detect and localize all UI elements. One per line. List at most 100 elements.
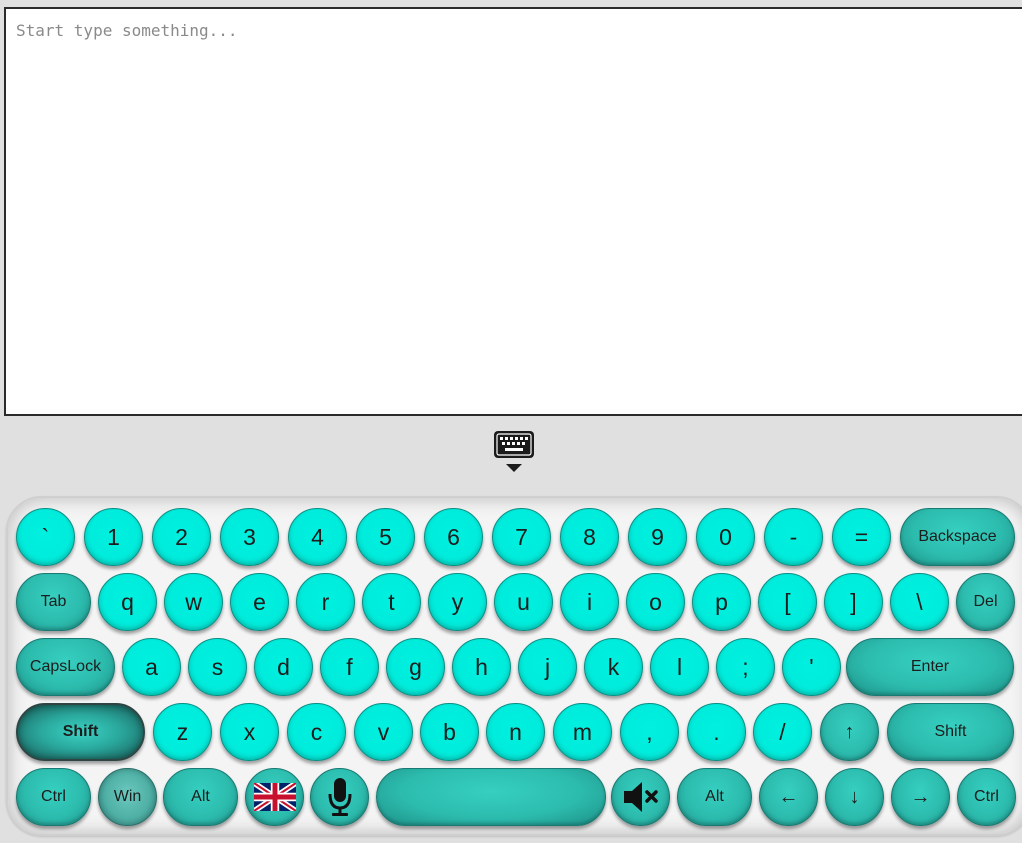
key-label: a xyxy=(145,653,158,680)
key-l[interactable]: l xyxy=(650,638,709,696)
enter-key[interactable]: Enter xyxy=(846,638,1014,696)
key-label: Shift xyxy=(62,723,99,740)
key-m[interactable]: m xyxy=(553,703,612,761)
microphone-button[interactable] xyxy=(310,768,369,826)
key-3[interactable]: 3 xyxy=(220,508,279,566)
key-label: 4 xyxy=(311,523,324,550)
key-j[interactable]: j xyxy=(518,638,577,696)
language-button[interactable] xyxy=(245,768,304,826)
key-t[interactable]: t xyxy=(362,573,421,631)
key-label: n xyxy=(509,718,522,745)
key-label: ; xyxy=(742,653,749,680)
key-x[interactable]: x xyxy=(220,703,279,761)
key-slash[interactable]: / xyxy=(753,703,812,761)
key-g[interactable]: g xyxy=(386,638,445,696)
key-c[interactable]: c xyxy=(287,703,346,761)
key-s[interactable]: s xyxy=(188,638,247,696)
key-label: d xyxy=(277,653,290,680)
key-d[interactable]: d xyxy=(254,638,313,696)
key-backtick[interactable]: ` xyxy=(16,508,75,566)
key-n[interactable]: n xyxy=(486,703,545,761)
key-semicolon[interactable]: ; xyxy=(716,638,775,696)
key-i[interactable]: i xyxy=(560,573,619,631)
key-label: f xyxy=(346,653,353,680)
key-label: Backspace xyxy=(918,528,997,545)
key-label: Del xyxy=(973,593,998,610)
key-k[interactable]: k xyxy=(584,638,643,696)
key-comma[interactable]: , xyxy=(620,703,679,761)
key-7[interactable]: 7 xyxy=(492,508,551,566)
key-5[interactable]: 5 xyxy=(356,508,415,566)
right-shift-key[interactable]: Shift xyxy=(887,703,1014,761)
key-right-bracket[interactable]: ] xyxy=(824,573,883,631)
key-label: Tab xyxy=(40,593,67,610)
backspace-key[interactable]: Backspace xyxy=(900,508,1015,566)
key-left-bracket[interactable]: [ xyxy=(758,573,817,631)
del-key[interactable]: Del xyxy=(956,573,1015,631)
key-backslash[interactable]: \ xyxy=(890,573,949,631)
key-label: m xyxy=(572,718,593,745)
key-label: / xyxy=(779,718,786,745)
key-equals[interactable]: = xyxy=(832,508,891,566)
win-key[interactable]: Win xyxy=(98,768,157,826)
key-h[interactable]: h xyxy=(452,638,511,696)
key-label: r xyxy=(321,588,330,615)
key-b[interactable]: b xyxy=(420,703,479,761)
key-0[interactable]: 0 xyxy=(696,508,755,566)
key-v[interactable]: v xyxy=(354,703,413,761)
key-label: 0 xyxy=(719,523,732,550)
key-o[interactable]: o xyxy=(626,573,685,631)
arrow-up-key[interactable]: ↑ xyxy=(820,703,879,761)
key-q[interactable]: q xyxy=(98,573,157,631)
text-input[interactable] xyxy=(4,7,1022,416)
key-4[interactable]: 4 xyxy=(288,508,347,566)
right-alt-key[interactable]: Alt xyxy=(677,768,752,826)
key-p[interactable]: p xyxy=(692,573,751,631)
left-alt-key[interactable]: Alt xyxy=(163,768,238,826)
key-quote[interactable]: ' xyxy=(782,638,841,696)
arrow-left-key[interactable]: ← xyxy=(759,768,818,826)
keyboard-toggle-button[interactable] xyxy=(493,430,535,474)
key-label: → xyxy=(910,785,931,808)
key-minus[interactable]: - xyxy=(764,508,823,566)
key-label: 1 xyxy=(107,523,120,550)
key-label: q xyxy=(121,588,134,615)
mute-button[interactable] xyxy=(611,768,670,826)
arrow-down-key[interactable]: ↓ xyxy=(825,768,884,826)
key-label: w xyxy=(185,588,202,615)
key-1[interactable]: 1 xyxy=(84,508,143,566)
key-y[interactable]: y xyxy=(428,573,487,631)
key-r[interactable]: r xyxy=(296,573,355,631)
left-shift-key[interactable]: Shift xyxy=(16,703,145,761)
key-9[interactable]: 9 xyxy=(628,508,687,566)
key-label: s xyxy=(211,653,224,680)
right-ctrl-key[interactable]: Ctrl xyxy=(957,768,1016,826)
key-label: g xyxy=(409,653,422,680)
key-8[interactable]: 8 xyxy=(560,508,619,566)
key-label: Enter xyxy=(910,658,950,675)
key-e[interactable]: e xyxy=(230,573,289,631)
key-label: ← xyxy=(778,785,799,808)
space-key[interactable] xyxy=(376,768,606,826)
key-label: Alt xyxy=(191,788,210,805)
left-ctrl-key[interactable]: Ctrl xyxy=(16,768,91,826)
key-a[interactable]: a xyxy=(122,638,181,696)
capslock-key[interactable]: CapsLock xyxy=(16,638,115,696)
key-z[interactable]: z xyxy=(153,703,212,761)
key-f[interactable]: f xyxy=(320,638,379,696)
key-w[interactable]: w xyxy=(164,573,223,631)
key-6[interactable]: 6 xyxy=(424,508,483,566)
key-label: e xyxy=(253,588,266,615)
key-2[interactable]: 2 xyxy=(152,508,211,566)
key-label: 9 xyxy=(651,523,664,550)
key-label: ↑ xyxy=(844,720,855,743)
key-u[interactable]: u xyxy=(494,573,553,631)
key-label: x xyxy=(243,718,256,745)
key-label: 8 xyxy=(583,523,596,550)
key-period[interactable]: . xyxy=(687,703,746,761)
uk-flag-icon xyxy=(253,783,296,811)
key-label: h xyxy=(475,653,488,680)
tab-key[interactable]: Tab xyxy=(16,573,91,631)
key-label: k xyxy=(607,653,620,680)
arrow-right-key[interactable]: → xyxy=(891,768,950,826)
